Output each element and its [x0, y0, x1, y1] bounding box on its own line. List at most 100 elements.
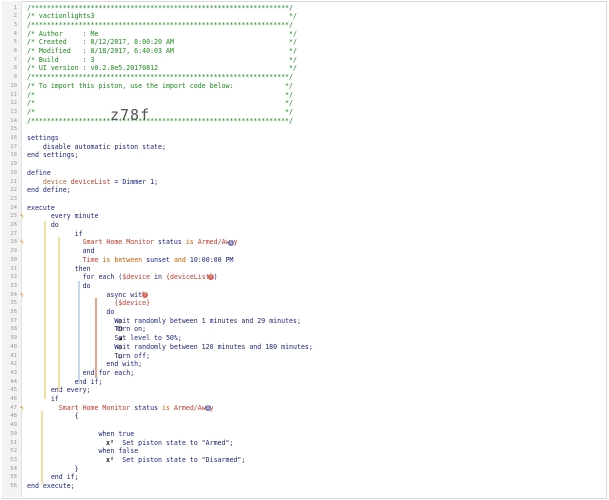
code-line[interactable]: async with [27, 291, 603, 300]
code-line[interactable]: end for each; [27, 369, 603, 378]
code-token: /***************************************… [27, 3, 293, 12]
line-number: 7 [13, 56, 17, 63]
code-line[interactable]: Time is between sunset and 10:00:00 PM [27, 256, 603, 265]
info-badge-icon[interactable]: i [205, 404, 211, 411]
code-token: true [118, 429, 135, 438]
code-line[interactable]: end settings; [27, 151, 603, 160]
code-line[interactable]: then [27, 265, 603, 274]
code-line[interactable] [27, 125, 603, 134]
code-line[interactable]: /* UI version : v0.2.0e5.20170812 */ [27, 64, 603, 73]
line-number: 28 [10, 239, 17, 246]
code-token: /* Author : Me */ [27, 29, 297, 38]
line-number: 54 [10, 465, 17, 472]
code-line[interactable]: execute [27, 204, 603, 213]
code-line[interactable]: } [27, 465, 603, 474]
code-line[interactable]: end every; [27, 386, 603, 395]
code-token: every [27, 212, 75, 221]
code-line[interactable]: when false [27, 447, 603, 456]
code-line[interactable]: if [27, 230, 603, 239]
code-token: minutes; [265, 316, 301, 325]
code-token: end settings; [27, 151, 79, 160]
code-line[interactable] [27, 195, 603, 204]
code-line[interactable]: Wait randomly between 120 minutes and 18… [27, 343, 603, 352]
line-number: 33 [10, 282, 17, 289]
info-badge-icon[interactable]: i [228, 239, 234, 246]
line-number: 34 [10, 291, 17, 298]
code-line[interactable]: if [27, 395, 603, 404]
code-token: execute [27, 203, 55, 212]
error-badge-icon[interactable]: ! [142, 291, 148, 298]
code-line[interactable] [27, 421, 603, 430]
line-number: 3 [13, 21, 17, 28]
code-line[interactable]: when true [27, 430, 603, 439]
code-line[interactable]: every minute [27, 212, 603, 221]
code-line[interactable]: /* */ [27, 91, 603, 100]
line-number: 19 [10, 161, 17, 168]
code-line[interactable]: /* Build : 3 */ [27, 56, 603, 65]
line-number: 51 [10, 439, 17, 446]
code-line[interactable]: end if; [27, 378, 603, 387]
power-off-icon: ○ [118, 351, 122, 360]
code-token: /* UI version : v0.2.0e5.20170812 */ [27, 64, 297, 73]
code-line[interactable]: /* To import this piston, use the import… [27, 82, 603, 91]
code-line[interactable]: Smart Home Monitor status is Armed/Away [27, 238, 603, 247]
code-token: } [27, 464, 79, 473]
code-line[interactable]: disable automatic piston state; [27, 143, 603, 152]
code-line[interactable]: end define; [27, 186, 603, 195]
line-number: 42 [10, 361, 17, 368]
code-line[interactable]: device deviceList = Dimmer 1; [27, 178, 603, 187]
code-line[interactable]: Set level to 50%; [27, 334, 603, 343]
code-line[interactable]: Smart Home Monitor status is Armed/Away [27, 404, 603, 413]
code-line[interactable]: do [27, 282, 603, 291]
code-token: /***************************************… [27, 73, 293, 82]
code-line[interactable]: and [27, 247, 603, 256]
code-line[interactable]: end with; [27, 360, 603, 369]
code-line[interactable]: /***************************************… [27, 73, 603, 82]
code-token: for each ( [27, 273, 123, 282]
code-token: false [118, 447, 139, 456]
code-token: if [27, 229, 83, 238]
code-token: end if; [27, 473, 79, 482]
code-token: is [162, 403, 170, 412]
line-number: 26 [10, 222, 17, 228]
line-number: 47 [10, 404, 17, 411]
code-line[interactable]: settings [27, 134, 603, 143]
code-token: {deviceList} [165, 273, 214, 282]
line-number: 36 [10, 309, 17, 315]
line-number: 2 [13, 13, 17, 20]
code-token: and [27, 247, 95, 256]
code-token: /* To import this piston, use the import… [27, 81, 293, 90]
code-line[interactable]: do [27, 221, 603, 230]
code-line[interactable]: {$device} [27, 299, 603, 308]
code-line[interactable]: do [27, 308, 603, 317]
code-line[interactable]: /***************************************… [27, 21, 603, 30]
line-number: 4 [13, 30, 17, 37]
code-token: if [27, 395, 59, 403]
code-token: { [27, 412, 79, 421]
code-line[interactable]: /* Modified : 8/18/2017, 6:40:03 AM */ [27, 47, 603, 56]
code-line[interactable]: for each ($device in {deviceList}) [27, 273, 603, 282]
code-line[interactable]: Turn off; [27, 352, 603, 361]
code-line[interactable]: /* Created : 8/12/2017, 8:00:20 AM */ [27, 38, 603, 47]
code-line[interactable]: Turn on; [27, 325, 603, 334]
line-number: 56 [10, 483, 17, 489]
code-token: 10:00:00 PM [189, 255, 234, 264]
line-number: 6 [13, 48, 17, 54]
code-line[interactable]: end execute; [27, 482, 603, 491]
line-number: 10 [10, 82, 17, 89]
code-token: is between [102, 255, 143, 264]
code-line[interactable]: /* Author : Me */ [27, 30, 603, 39]
code-line[interactable]: /***************************************… [27, 4, 603, 13]
code-token: end define; [27, 186, 71, 195]
code-line[interactable]: { [27, 412, 603, 421]
code-line[interactable] [27, 160, 603, 169]
code-line[interactable]: /* vactionlights3 */ [27, 12, 603, 21]
line-number: 49 [10, 422, 17, 429]
code-token: ; [154, 177, 159, 186]
code-line[interactable]: define [27, 169, 603, 178]
code-line[interactable]: end if; [27, 473, 603, 482]
code-line[interactable]: Wait randomly between 1 minutes and 29 m… [27, 317, 603, 326]
line-number: 22 [10, 187, 17, 194]
second-if-block-guide [41, 411, 43, 484]
